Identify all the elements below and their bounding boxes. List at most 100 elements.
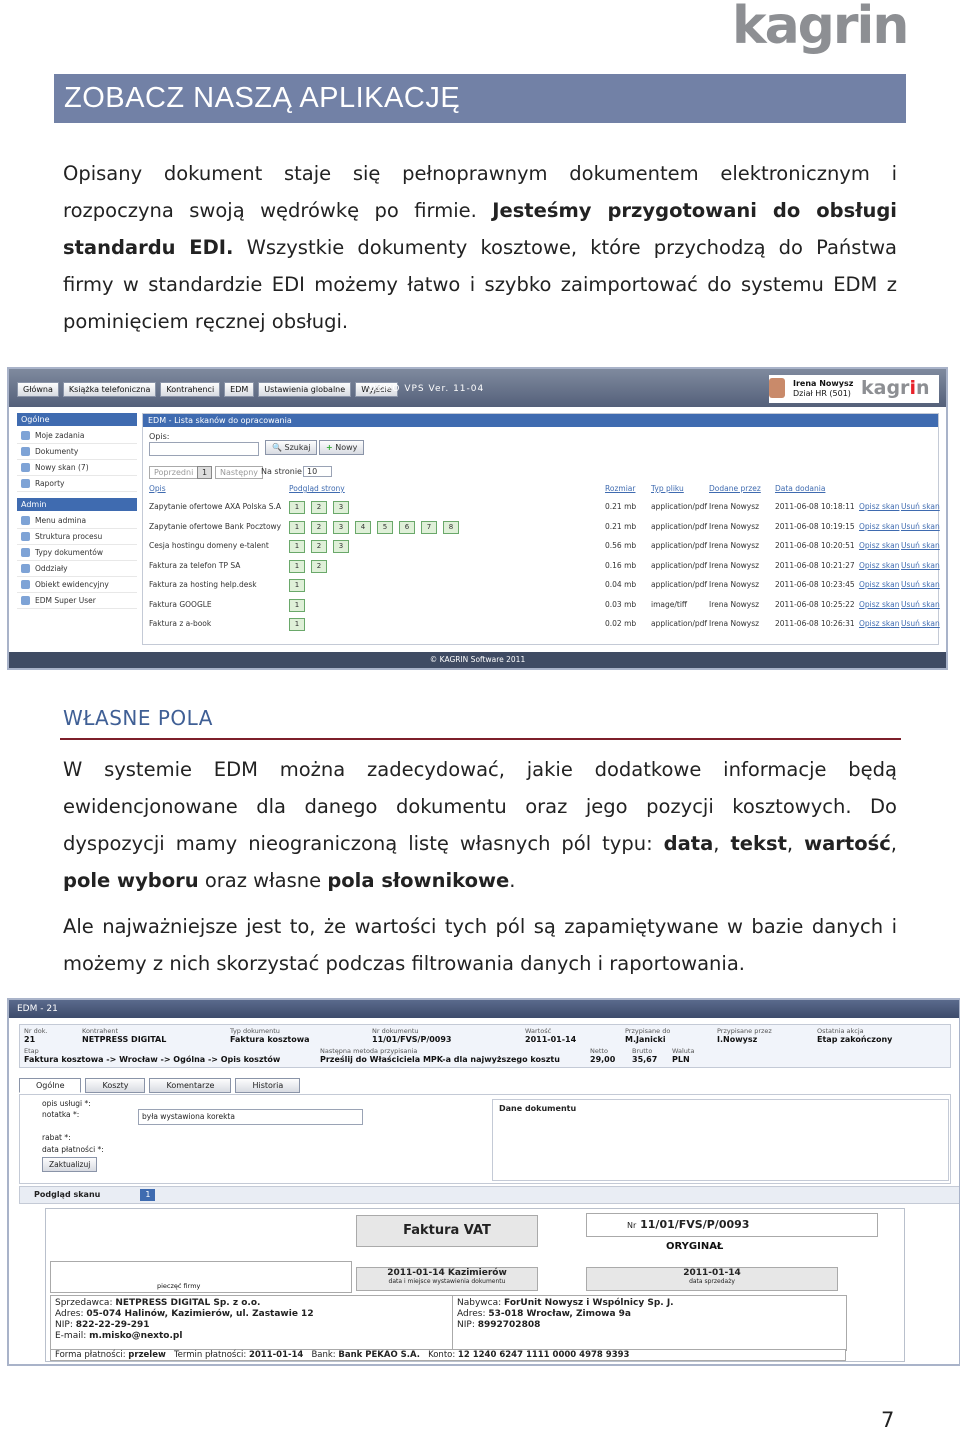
document-info-panel: Nr dok. 21 Kontrahent NETPRESS DIGITAL Typ d…: [19, 1024, 951, 1068]
per-page-select[interactable]: 10: [303, 466, 333, 477]
tab-1[interactable]: Ogólne: [19, 1078, 82, 1093]
nav-tab[interactable]: Kontrahenci: [160, 382, 221, 397]
nav-tab[interactable]: Główna: [17, 382, 59, 397]
delete-scan-link[interactable]: Usuń skan: [901, 502, 940, 511]
stamp-box: pieczęć firmy: [50, 1261, 352, 1293]
page-thumb[interactable]: 6: [399, 520, 415, 534]
sidebar-item[interactable]: Obiekt ewidencyjny: [17, 577, 137, 593]
delete-scan-link[interactable]: Usuń skan: [901, 600, 940, 609]
page-thumb[interactable]: 4: [355, 520, 371, 534]
info-cell: Typ dokumentu Faktura kosztowa: [230, 1027, 310, 1044]
delete-scan-link[interactable]: Usuń skan: [901, 522, 940, 531]
search-input[interactable]: [149, 442, 259, 456]
page-thumb[interactable]: 1: [289, 559, 305, 573]
page-thumb[interactable]: 3: [333, 540, 349, 553]
page-thumb[interactable]: 1: [289, 618, 305, 631]
tab-3[interactable]: Komentarze: [149, 1078, 232, 1093]
sidebar-item[interactable]: Dokumenty: [17, 444, 137, 460]
issue-date-box: 2011-01-14 Kazimierów data i miejsce wys…: [356, 1267, 538, 1291]
column-header[interactable]: Opis: [149, 484, 166, 493]
preview-page[interactable]: 1: [140, 1189, 156, 1201]
page-thumb[interactable]: 1: [289, 540, 305, 553]
note-label: notatka *:: [42, 1110, 80, 1119]
page-number: 7: [881, 1408, 895, 1432]
column-header[interactable]: Rozmiar: [605, 484, 635, 493]
page-thumb[interactable]: 8: [443, 520, 459, 534]
nav-tab[interactable]: EDM: [224, 382, 255, 397]
page-thumb[interactable]: 1: [289, 520, 305, 534]
page-thumb[interactable]: 2: [311, 501, 327, 514]
describe-scan-link[interactable]: Opisz skan: [859, 580, 899, 589]
user-box: Irena Nowysz Dział HR (501) kagrin: [769, 375, 939, 403]
window-title: EDM - 21: [9, 1000, 959, 1018]
describe-scan-link[interactable]: Opisz skan: [859, 600, 899, 609]
sidebar-item[interactable]: Oddziały: [17, 561, 137, 577]
info-label: Kontrahent: [82, 1027, 119, 1035]
document-data-title: Dane dokumentu: [499, 1104, 577, 1113]
page-thumb[interactable]: 1: [289, 598, 305, 612]
page-thumb[interactable]: 3: [333, 501, 349, 514]
info-label: Typ dokumentu: [230, 1027, 280, 1035]
nav-tab[interactable]: Książka telefoniczna: [62, 382, 157, 397]
sidebar-item[interactable]: Menu admina: [17, 513, 137, 529]
page-thumb[interactable]: 2: [311, 559, 327, 573]
avatar: [769, 378, 785, 398]
page-thumb[interactable]: 5: [377, 520, 393, 534]
update-button[interactable]: Zaktualizuj: [42, 1157, 98, 1172]
page-thumb[interactable]: 3: [333, 520, 349, 534]
column-header[interactable]: Dodane przez: [709, 484, 761, 493]
tab-4[interactable]: Historia: [235, 1078, 301, 1093]
row-description: Faktura GOOGLE: [149, 599, 212, 609]
row-size: 0.04 mb: [605, 580, 637, 589]
nav-tab[interactable]: Ustawienia globalne: [258, 382, 352, 397]
sidebar-item[interactable]: Nowy skan (7): [17, 460, 137, 476]
column-header[interactable]: Typ pliku: [651, 484, 684, 493]
row-size: 0.03 mb: [605, 599, 637, 609]
describe-scan-link[interactable]: Opisz skan: [859, 561, 899, 570]
info-value: Etap zakończony: [817, 1035, 893, 1044]
page-thumb[interactable]: 1: [289, 579, 305, 592]
sale-date-box: 2011-01-14 data sprzedaży: [586, 1267, 838, 1291]
row-type: application/pdf: [651, 619, 708, 628]
table-row: Faktura za telefon TP SA 1 2 0.16 mb applica…: [143, 557, 940, 575]
row-type: application/pdf: [651, 521, 708, 531]
sidebar-header-general: Ogólne: [17, 413, 137, 426]
describe-scan-link[interactable]: Opisz skan: [859, 619, 899, 628]
note-input[interactable]: była wystawiona korekta: [138, 1109, 363, 1125]
describe-scan-link[interactable]: Opisz skan: [859, 541, 899, 550]
delete-scan-link[interactable]: Usuń skan: [901, 541, 940, 550]
prev-button[interactable]: Poprzedni: [149, 466, 199, 479]
page-thumb[interactable]: 7: [421, 520, 437, 534]
row-date: 2011-06-08 10:18:11: [775, 502, 855, 511]
describe-scan-link[interactable]: Opisz skan: [859, 522, 899, 531]
invoice-title: Faktura VAT: [356, 1215, 538, 1247]
sidebar-item[interactable]: Raporty: [17, 476, 137, 492]
info-cell: Przypisane przez I.Nowysz: [717, 1027, 772, 1044]
search-button[interactable]: 🔍 Szukaj: [265, 440, 318, 455]
page-thumb[interactable]: 2: [311, 520, 327, 534]
new-button[interactable]: + Nowy: [319, 440, 365, 455]
payment-row: Forma płatności: przelew Termin płatnośc…: [50, 1349, 846, 1361]
delete-scan-link[interactable]: Usuń skan: [901, 561, 940, 570]
row-date: 2011-06-08 10:26:31: [775, 619, 855, 628]
column-header[interactable]: Data dodania: [775, 484, 825, 493]
column-header[interactable]: Podgląd strony: [289, 484, 345, 493]
row-added-by: Irena Nowysz: [709, 560, 760, 570]
row-added-by: Irena Nowysz: [709, 599, 760, 609]
delete-scan-link[interactable]: Usuń skan: [901, 619, 940, 628]
sidebar-item[interactable]: EDM Super User: [17, 593, 137, 609]
describe-scan-link[interactable]: Opisz skan: [859, 502, 899, 511]
row-date: 2011-06-08 10:25:22: [775, 599, 855, 609]
page-thumb[interactable]: 2: [311, 540, 327, 553]
custom-fields-paragraph: W systemie EDM można zadecydować, jakie …: [63, 758, 897, 892]
sidebar-item[interactable]: Moje zadania: [17, 428, 137, 444]
next-button[interactable]: Następny: [215, 466, 263, 479]
sidebar-item[interactable]: Struktura procesu: [17, 529, 137, 545]
page-thumb[interactable]: 1: [289, 501, 305, 514]
tab-2[interactable]: Koszty: [85, 1078, 146, 1093]
sidebar-item[interactable]: Typy dokumentów: [17, 545, 137, 561]
delete-scan-link[interactable]: Usuń skan: [901, 580, 940, 589]
section-title: WŁASNE POLA: [63, 706, 213, 730]
row-date: 2011-06-08 10:21:27: [775, 560, 855, 570]
info-value: I.Nowysz: [717, 1035, 758, 1044]
